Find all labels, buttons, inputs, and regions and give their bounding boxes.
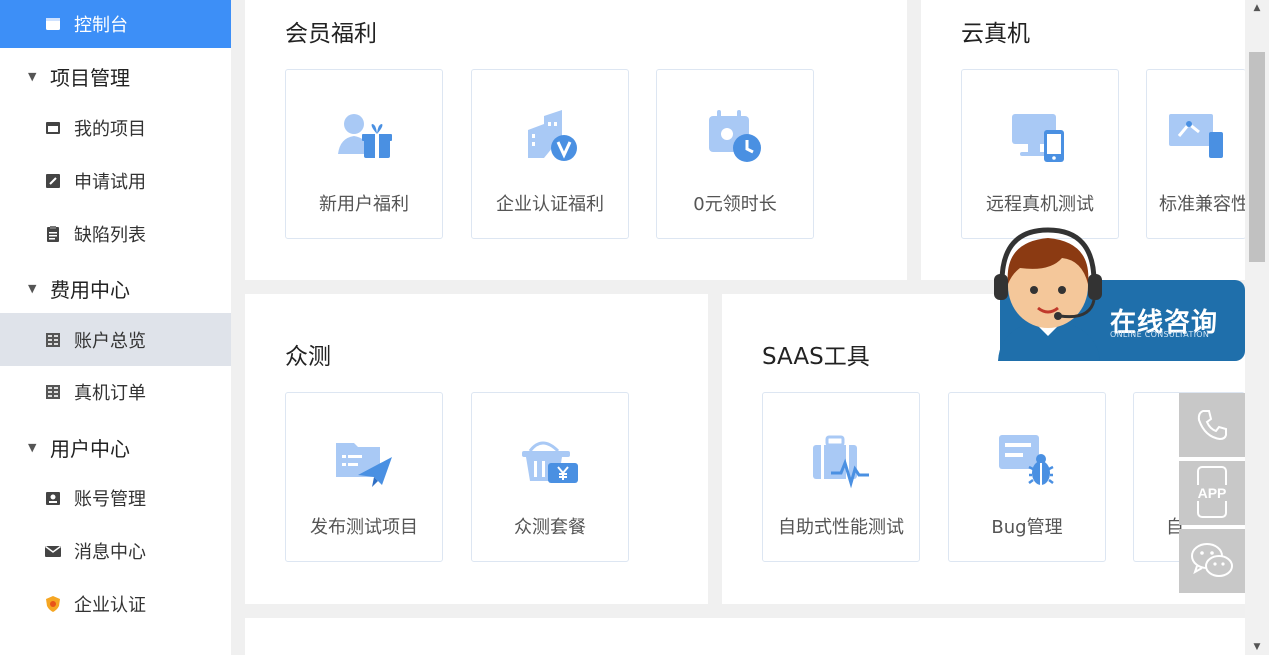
sidebar-item-defect-list[interactable]: 缺陷列表 [0,210,231,258]
app-phone-icon: APP [1192,466,1232,518]
panel-member-benefits: 会员福利 新用户福利 企业认证福利 0元领时长 [245,0,907,280]
briefcase-pulse-icon [809,429,873,493]
ledger-icon [44,383,62,401]
clipboard-icon [44,225,62,243]
project-icon [44,119,62,137]
sidebar-group-user[interactable]: ▼ 用户中心 [0,423,231,471]
ledger-icon [44,331,62,349]
basket-yuan-icon [518,429,582,493]
building-vip-icon [518,106,582,170]
sidebar-item-account-manage[interactable]: 账号管理 [0,474,231,522]
sidebar-group-label: 用户中心 [50,436,130,461]
user-gift-icon [332,106,396,170]
sidebar: 控制台 ▼ 项目管理 我的项目 申请试用 缺陷列表 ▼ 费用中心 账户总览 真机… [0,0,231,655]
sidebar-item-device-orders[interactable]: 真机订单 [0,368,231,416]
tile-label: 0元领时长 [693,194,777,215]
tile-label: 企业认证福利 [496,194,604,215]
scroll-down-arrow-icon[interactable]: ▼ [1245,639,1269,655]
app-label: APP [1198,485,1227,501]
sidebar-group-label: 费用中心 [50,277,130,302]
monitor-phone-icon [1008,106,1072,170]
phone-icon [1197,410,1227,441]
tile-publish-test-project[interactable]: 发布测试项目 [285,392,443,562]
tile-label: 标准兼容性 [1159,194,1246,215]
panel-title: 众测 [285,344,331,370]
edit-icon [44,172,62,190]
id-card-icon [44,489,62,507]
tile-bug-management[interactable]: Bug管理 [948,392,1106,562]
caret-down-icon: ▼ [28,69,37,83]
sidebar-group-project[interactable]: ▼ 项目管理 [0,52,231,100]
sidebar-item-enterprise-cert[interactable]: 企业认证 [0,580,231,628]
bug-icon [995,429,1059,493]
agent-avatar-icon [994,227,1102,361]
tile-standard-compatibility[interactable]: 标准兼容性 [1146,69,1246,239]
sidebar-item-my-projects[interactable]: 我的项目 [0,104,231,152]
wechat-button[interactable] [1179,529,1245,593]
sidebar-item-label: 账户总览 [74,330,146,352]
tile-label: 远程真机测试 [986,194,1094,215]
sidebar-item-account-overview[interactable]: 账户总览 [0,313,231,366]
panel-bottom [245,618,1245,655]
sidebar-group-label: 项目管理 [50,65,130,90]
tile-label: 发布测试项目 [310,517,418,538]
shield-badge-icon [44,595,62,613]
scroll-thumb[interactable] [1249,52,1265,262]
compatibility-icon [1165,106,1229,170]
sidebar-item-label: 企业认证 [74,595,146,616]
sidebar-item-label: 申请试用 [74,172,146,193]
caret-down-icon: ▼ [28,281,37,295]
wechat-icon [1191,543,1233,577]
sidebar-item-label: 缺陷列表 [74,225,146,246]
scroll-up-arrow-icon[interactable]: ▲ [1245,0,1269,16]
sidebar-item-apply-trial[interactable]: 申请试用 [0,157,231,205]
online-consultation-widget[interactable]: 在线咨询 ONLINE CONSULTATION [990,224,1245,361]
app-download-button[interactable]: APP [1179,461,1245,525]
sidebar-item-console[interactable]: 控制台 [0,0,231,48]
panel-title: 云真机 [961,21,1030,47]
tile-new-user-benefit[interactable]: 新用户福利 [285,69,443,239]
tile-label: 众测套餐 [514,517,586,538]
mail-icon [44,542,62,560]
sidebar-item-label: 控制台 [74,15,128,36]
tile-self-perf-test[interactable]: 自助式性能测试 [762,392,920,562]
console-icon [44,15,62,33]
folder-send-icon [332,429,396,493]
tile-remote-device-test[interactable]: 远程真机测试 [961,69,1119,239]
tile-free-duration[interactable]: 0元领时长 [656,69,814,239]
consult-subtitle: ONLINE CONSULTATION [1110,330,1210,339]
tile-label: 自助式性能测试 [778,517,904,538]
tile-label: Bug管理 [991,517,1063,538]
panel-title: SAAS工具 [762,344,870,370]
vertical-scrollbar[interactable]: ▲ ▼ [1245,0,1269,655]
sidebar-item-label: 我的项目 [74,119,146,140]
caret-down-icon: ▼ [28,440,37,454]
sidebar-item-label: 账号管理 [74,489,146,510]
sidebar-group-billing[interactable]: ▼ 费用中心 [0,264,231,312]
sidebar-item-message-center[interactable]: 消息中心 [0,527,231,575]
tile-label: 新用户福利 [319,194,409,215]
phone-button[interactable] [1179,393,1245,457]
tile-crowd-package[interactable]: 众测套餐 [471,392,629,562]
sidebar-item-label: 消息中心 [74,542,146,563]
panel-title: 会员福利 [285,21,377,47]
sidebar-item-label: 真机订单 [74,383,146,404]
panel-crowd-testing: 众测 发布测试项目 众测套餐 [245,294,708,604]
calendar-clock-icon [703,106,767,170]
tile-enterprise-benefit[interactable]: 企业认证福利 [471,69,629,239]
